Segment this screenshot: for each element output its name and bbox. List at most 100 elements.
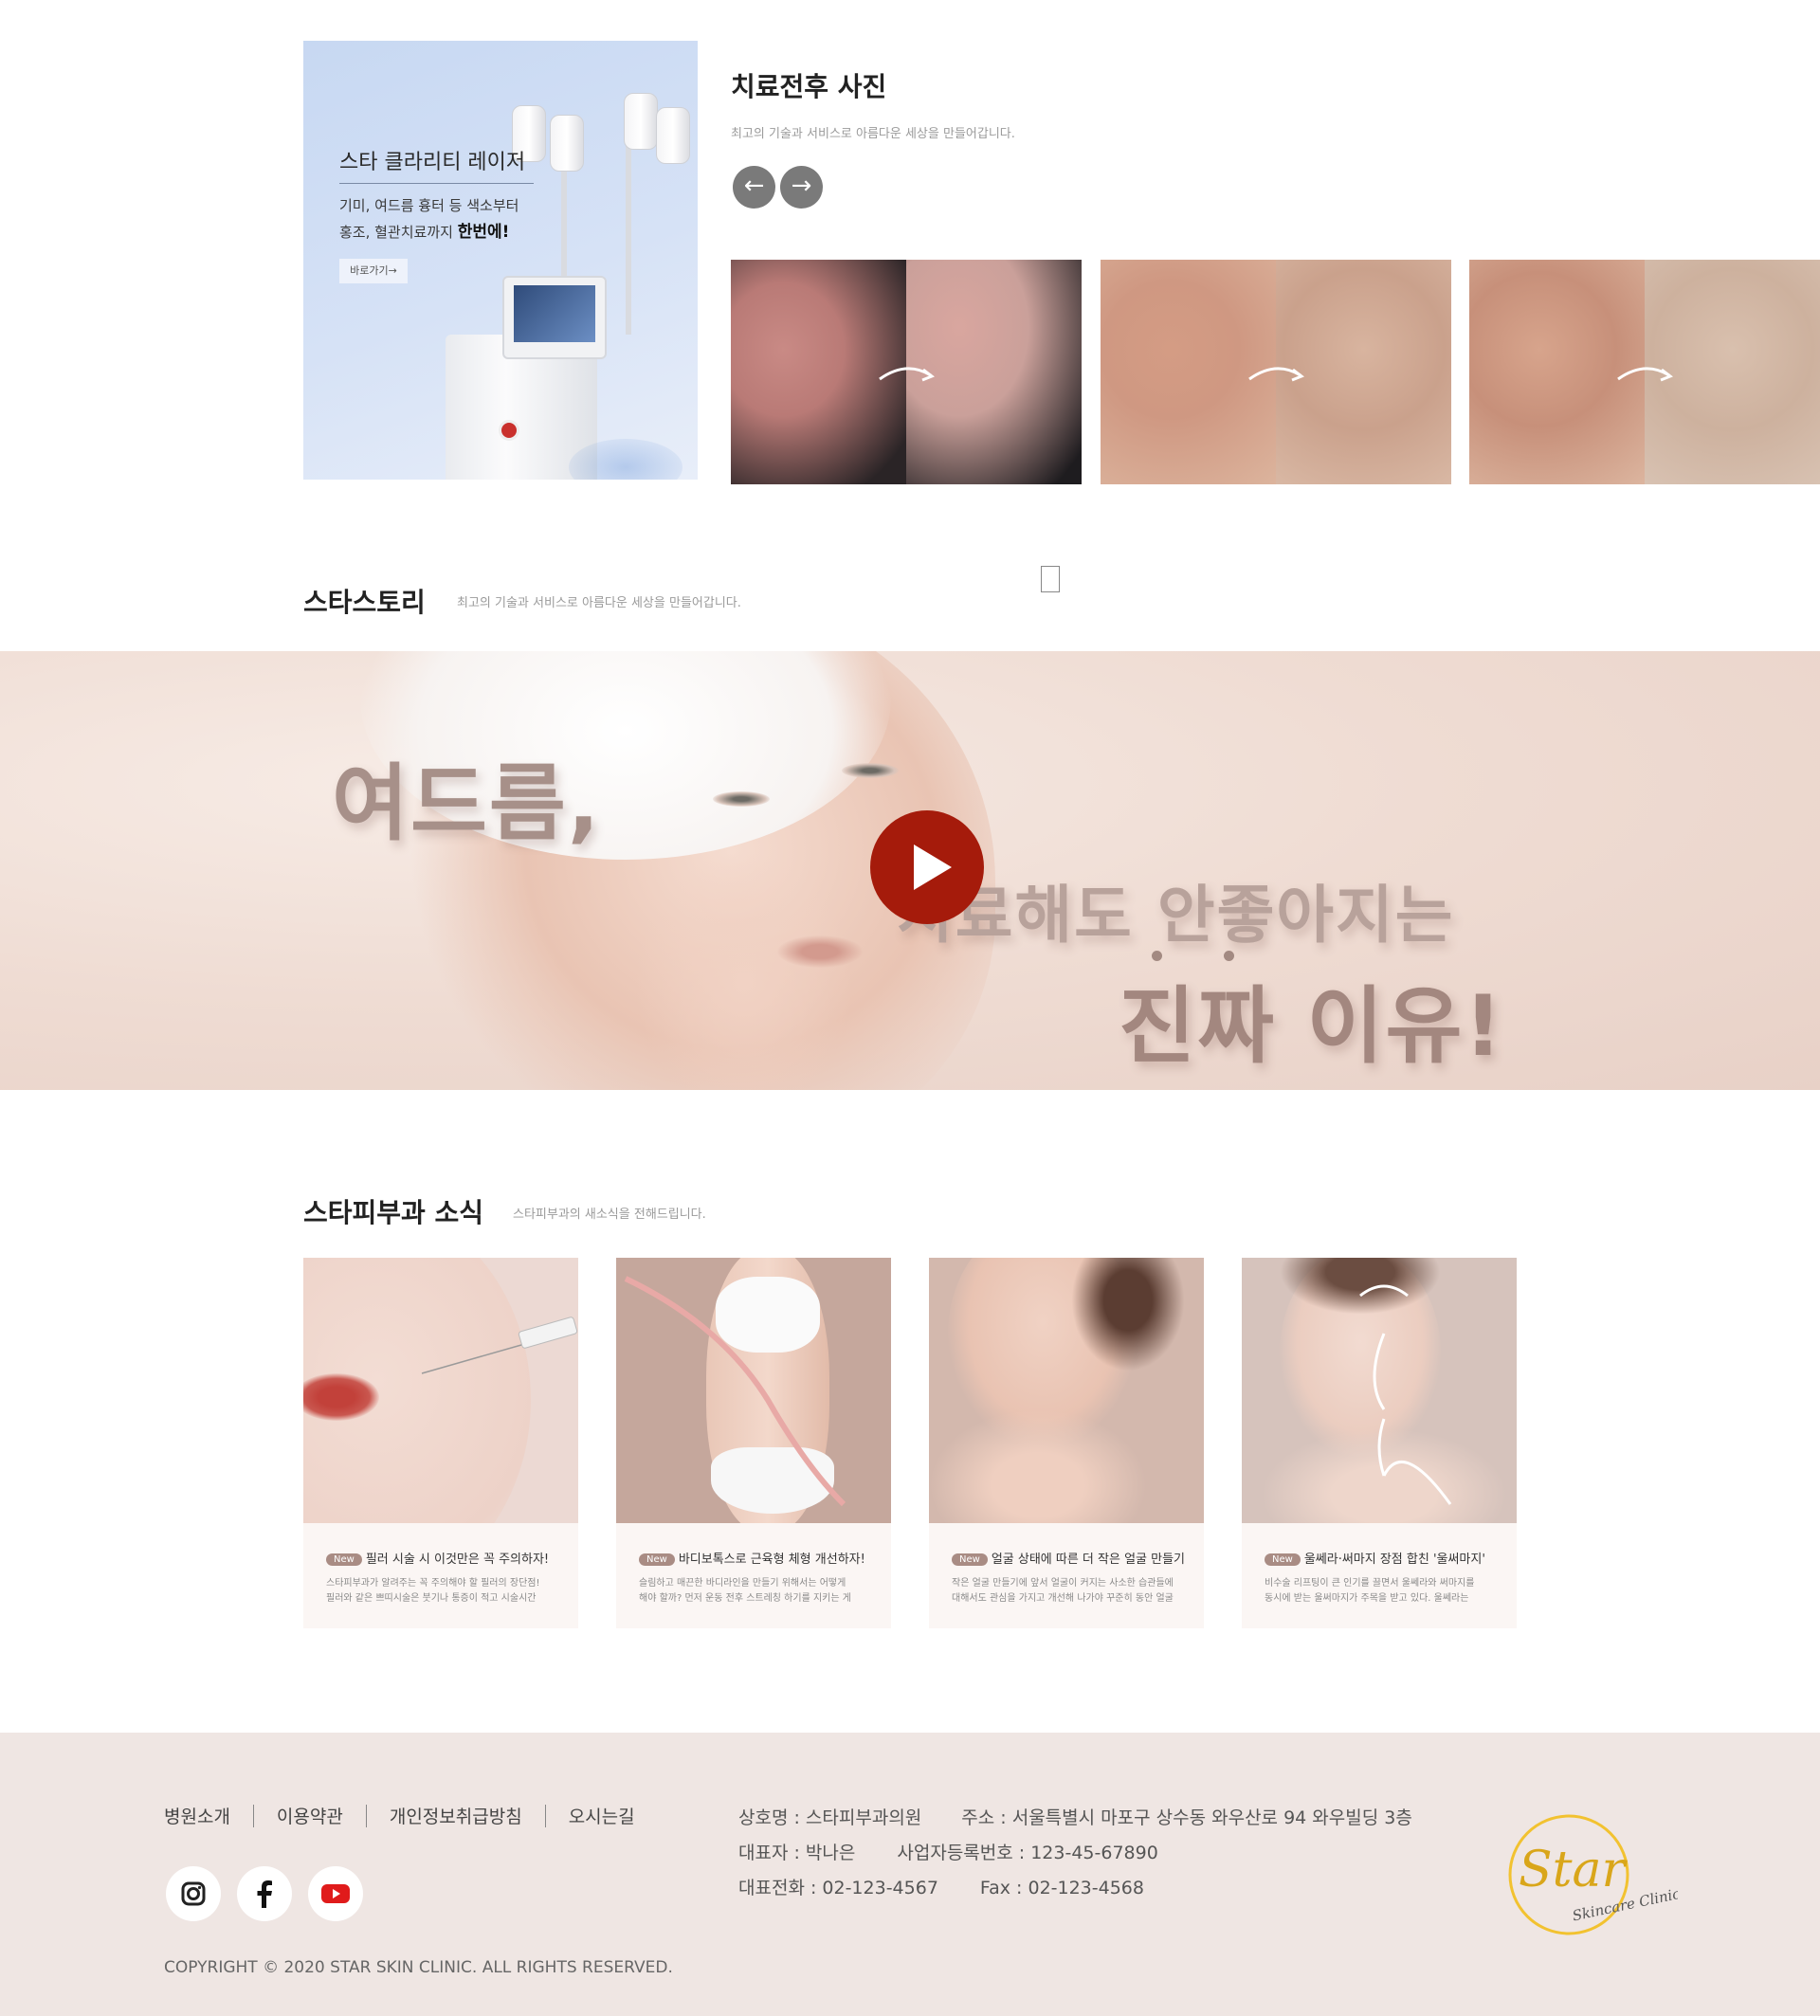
model-eye — [842, 763, 899, 778]
model-hand — [635, 850, 853, 1090]
shoulder-shape — [929, 1409, 1147, 1523]
company-address: 주소 : 서울특별시 마포구 상수동 와우산로 94 와우빌딩 3층 — [961, 1807, 1412, 1828]
card-body: New 울쎄라·써마지 장점 합친 '울써마지' 비수술 리프팅이 큰 인기를 끌… — [1242, 1523, 1517, 1628]
card-title-text: 바디보톡스로 근육형 체형 개선하자! — [678, 1553, 865, 1567]
card-description: 슬림하고 매끈한 바디라인을 만들기 위해서는 어떻게해야 할까? 먼저 운동 … — [639, 1576, 868, 1607]
card-desc-line: 작은 얼굴 만들기에 앞서 얼굴이 커지는 사소한 습관들에 — [952, 1578, 1174, 1589]
news-subtitle: 스타피부과의 새소식을 전해드립니다. — [513, 1208, 706, 1222]
business-number: 사업자등록번호 : 123-45-67890 — [897, 1843, 1158, 1863]
curved-arrow-icon — [879, 367, 935, 382]
card-title: New 필러 시술 시 이것만은 꼭 주의하자! — [326, 1549, 555, 1567]
promo-description: 기미, 여드름 흉터 등 색소부터 홍조, 혈관치료까지 한번에! — [339, 192, 519, 245]
new-badge: New — [952, 1553, 988, 1566]
promo-desc-line2-text: 홍조, 혈관치료까지 — [339, 224, 458, 241]
news-card[interactable]: New 울쎄라·써마지 장점 합친 '울써마지' 비수술 리프팅이 큰 인기를 끌… — [1242, 1258, 1517, 1628]
lifting-arrows-icon — [1359, 1284, 1452, 1505]
device-handpiece — [656, 107, 690, 164]
copyright: COPYRIGHT © 2020 STAR SKIN CLINIC. ALL R… — [164, 1958, 673, 1977]
model-lips — [777, 935, 863, 968]
curved-arrow-icon — [1248, 367, 1304, 382]
new-badge: New — [326, 1553, 362, 1566]
divider — [365, 1804, 367, 1827]
footer: 병원소개 이용약관 개인정보취급방침 오시는길 상호명 : 스타피부과의원 주소 … — [0, 1733, 1820, 2016]
footer-link-privacy[interactable]: 개인정보취급방침 — [390, 1803, 522, 1828]
arrow-left-icon[interactable]: ← — [733, 166, 775, 209]
device-handpiece — [624, 93, 658, 150]
before-after-title: 치료전후 사진 — [731, 71, 887, 102]
promo-go-button[interactable]: 바로가기→ — [339, 259, 408, 283]
new-badge: New — [1265, 1553, 1301, 1566]
new-badge: New — [639, 1553, 675, 1566]
device-screen — [514, 285, 595, 342]
info-row: 대표자 : 박나은 사업자등록번호 : 123-45-67890 — [738, 1836, 1412, 1871]
measuring-tape-icon — [624, 1276, 846, 1507]
logo-word: Star — [1519, 1842, 1629, 1898]
promo-desc-emphasis: 한번에! — [457, 223, 510, 242]
company-name: 상호명 : 스타피부과의원 — [738, 1807, 922, 1828]
card-image-filler — [303, 1258, 578, 1523]
promo-title: 스타 클라리티 레이저 — [339, 145, 534, 184]
company-ceo: 대표자 : 박나은 — [738, 1843, 856, 1863]
card-desc-line: 스타피부과가 알려주는 꼭 주의해야 할 필러의 장단점! — [326, 1578, 540, 1589]
syringe-icon — [421, 1317, 578, 1374]
card-desc-line: 슬림하고 매끈한 바디라인을 만들기 위해서는 어떻게 — [639, 1578, 846, 1589]
promo-desc-line1: 기미, 여드름 흉터 등 색소부터 — [339, 197, 519, 214]
card-title-text: 필러 시술 시 이것만은 꼭 주의하자! — [365, 1553, 550, 1567]
footer-company-info: 상호명 : 스타피부과의원 주소 : 서울특별시 마포구 상수동 와우산로 94 … — [738, 1801, 1412, 1906]
card-title-text: 얼굴 상태에 따른 더 작은 얼굴 만들기 — [991, 1553, 1186, 1567]
card-title: New 울쎄라·써마지 장점 합친 '울써마지' — [1265, 1549, 1494, 1567]
card-body: New 바디보톡스로 근육형 체형 개선하자! 슬림하고 매끈한 바디라인을 만들… — [616, 1523, 891, 1628]
card-description: 스타피부과가 알려주는 꼭 주의해야 할 필러의 장단점! 필러와 같은 쁘띠시술… — [326, 1576, 555, 1607]
promo-banner[interactable]: 스타 클라리티 레이저 기미, 여드름 흉터 등 색소부터 홍조, 혈관치료까지… — [303, 41, 698, 480]
card-title: New 얼굴 상태에 따른 더 작은 얼굴 만들기 — [952, 1549, 1185, 1567]
play-icon[interactable] — [870, 810, 984, 924]
news-title: 스타피부과 소식 — [303, 1197, 484, 1228]
card-title: New 바디보톡스로 근육형 체형 개선하자! — [639, 1549, 868, 1567]
story-video[interactable]: 여드름, 치료해도 안좋아지는 진짜 이유! — [0, 651, 1820, 1090]
arrow-right-icon[interactable]: → — [780, 166, 823, 209]
card-desc-line: 비수술 리프팅이 큰 인기를 끌면서 울쎄라와 써마지를 — [1265, 1578, 1475, 1589]
news-card[interactable]: New 얼굴 상태에 따른 더 작은 얼굴 만들기 작은 얼굴 만들기에 앞서 얼… — [929, 1258, 1204, 1628]
before-after-subtitle: 최고의 기술과 서비스로 아름다운 세상을 만들어갑니다. — [731, 127, 1015, 141]
footer-link-directions[interactable]: 오시는길 — [569, 1803, 635, 1828]
facebook-icon[interactable] — [237, 1866, 292, 1921]
before-after-photo[interactable] — [1101, 260, 1451, 484]
footer-link-about[interactable]: 병원소개 — [164, 1803, 230, 1828]
card-desc-line: 대해서도 관심을 가지고 개선해 나가야 꾸준히 동안 얼굴 — [952, 1593, 1174, 1604]
device-knob — [499, 420, 519, 441]
card-desc-line: 필러와 같은 쁘띠시술은 붓기나 통증이 적고 시술시간 — [326, 1593, 537, 1604]
info-row: 대표전화 : 02-123-4567 Fax : 02-123-4568 — [738, 1871, 1412, 1906]
card-desc-line: 해야 할까? 먼저 운동 전후 스트레칭 하기를 지키는 게 — [639, 1593, 851, 1604]
divider — [252, 1804, 254, 1827]
card-title-text: 울쎄라·써마지 장점 합친 '울써마지' — [1303, 1553, 1485, 1567]
card-description: 비수술 리프팅이 큰 인기를 끌면서 울쎄라와 써마지를동시에 받는 울써마지가… — [1265, 1576, 1494, 1607]
before-after-photo[interactable] — [1469, 260, 1820, 484]
youtube-icon[interactable] — [308, 1866, 363, 1921]
news-card[interactable]: New 바디보톡스로 근육형 체형 개선하자! 슬림하고 매끈한 바디라인을 만들… — [616, 1258, 891, 1628]
news-card[interactable]: New 필러 시술 시 이것만은 꼭 주의하자! 스타피부과가 알려주는 꼭 주의… — [303, 1258, 578, 1628]
footer-nav: 병원소개 이용약관 개인정보취급방침 오시는길 — [164, 1803, 635, 1828]
curved-arrow-icon — [1617, 367, 1673, 382]
story-subtitle: 최고의 기술과 서비스로 아름다운 세상을 만들어갑니다. — [457, 596, 741, 610]
card-body: New 얼굴 상태에 따른 더 작은 얼굴 만들기 작은 얼굴 만들기에 앞서 얼… — [929, 1523, 1204, 1628]
placeholder-box — [1041, 566, 1060, 592]
video-headline-3: 진짜 이유! — [1119, 977, 1504, 1075]
card-image-body — [616, 1258, 891, 1523]
card-image-face — [929, 1258, 1204, 1523]
model-eye — [713, 791, 770, 807]
story-title: 스타스토리 — [303, 587, 426, 618]
company-fax: Fax : 02-123-4568 — [979, 1878, 1144, 1898]
info-row: 상호명 : 스타피부과의원 주소 : 서울특별시 마포구 상수동 와우산로 94 … — [738, 1801, 1412, 1836]
promo-desc-line2: 홍조, 혈관치료까지 한번에! — [339, 219, 519, 245]
divider — [544, 1804, 546, 1827]
clinic-logo[interactable]: Star Skincare Clinic — [1498, 1808, 1678, 1941]
before-after-photo[interactable] — [731, 260, 1082, 484]
instagram-icon[interactable] — [166, 1866, 221, 1921]
card-body: New 필러 시술 시 이것만은 꼭 주의하자! 스타피부과가 알려주는 꼭 주의… — [303, 1523, 578, 1628]
company-phone: 대표전화 : 02-123-4567 — [738, 1878, 938, 1898]
footer-link-terms[interactable]: 이용약관 — [277, 1803, 343, 1828]
card-desc-line: 동시에 받는 울써마지가 주목을 받고 있다. 울쎄라는 — [1265, 1593, 1469, 1604]
card-image-lifting — [1242, 1258, 1517, 1523]
card-description: 작은 얼굴 만들기에 앞서 얼굴이 커지는 사소한 습관들에대해서도 관심을 가… — [952, 1576, 1181, 1607]
video-headline-1: 여드름, — [332, 754, 602, 852]
